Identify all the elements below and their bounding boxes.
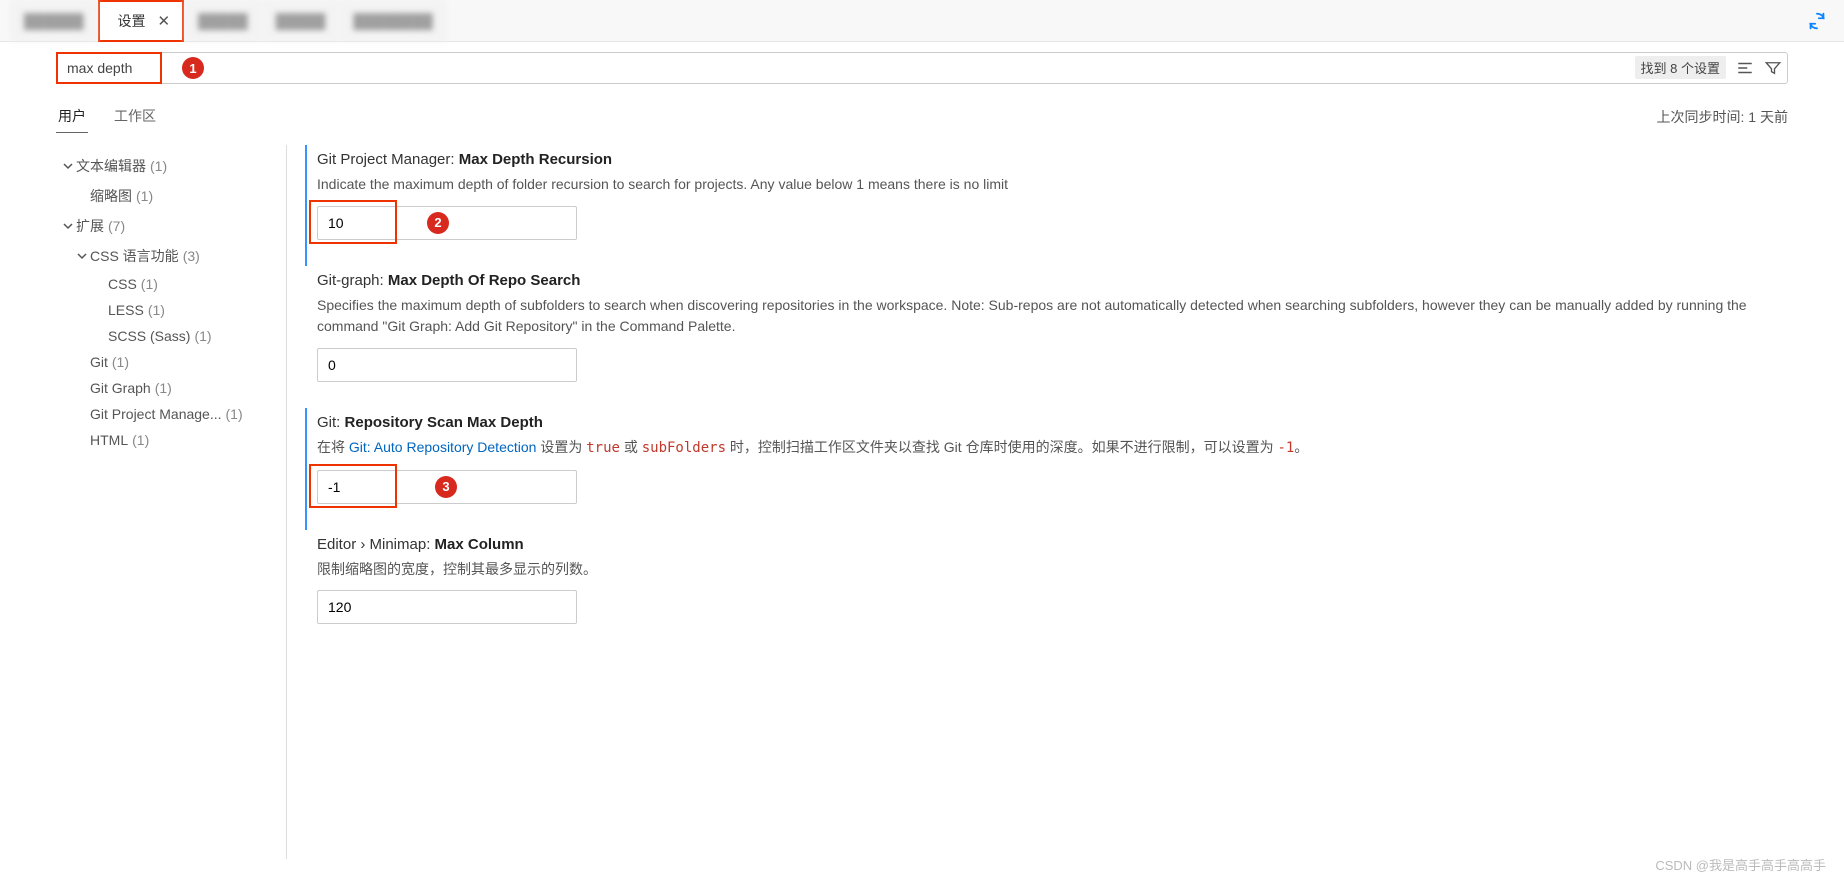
- tab-inactive[interactable]: ████████: [339, 0, 446, 42]
- sidebar-item-gpm[interactable]: Git Project Manage...(1): [56, 401, 280, 427]
- search-bar-wrap: 1 找到 8 个设置: [0, 42, 1844, 94]
- sidebar-item-css[interactable]: CSS(1): [56, 271, 280, 297]
- tab-workspace[interactable]: 工作区: [112, 100, 158, 133]
- setting-minimap-max-column: Editor › Minimap: Max Column 限制缩略图的宽度，控制…: [305, 530, 1778, 651]
- settings-content: Git Project Manager: Max Depth Recursion…: [305, 145, 1788, 859]
- tab-bar: ██████ 设置 ✕ █████ █████ ████████: [0, 0, 1844, 42]
- annotation-badge-2: 2: [427, 212, 449, 234]
- setting-description: 在将 Git: Auto Repository Detection 设置为 tr…: [317, 437, 1778, 460]
- setting-git-graph-max-depth: Git-graph: Max Depth Of Repo Search Spec…: [305, 266, 1778, 408]
- watermark: CSDN @我是高手高手高高手: [1655, 855, 1826, 874]
- result-count: 找到 8 个设置: [1635, 56, 1726, 79]
- sidebar-item-minimap[interactable]: 缩略图 (1): [56, 181, 280, 211]
- filter-icon[interactable]: [1764, 59, 1782, 77]
- sidebar-item-extensions[interactable]: 扩展 (7): [56, 211, 280, 241]
- chevron-down-icon: [60, 160, 76, 172]
- setting-title: Git Project Manager: Max Depth Recursion: [317, 151, 1778, 168]
- setting-description: 限制缩略图的宽度，控制其最多显示的列数。: [317, 559, 1778, 581]
- sidebar-item-scss[interactable]: SCSS (Sass)(1): [56, 323, 280, 349]
- tab-inactive[interactable]: ██████: [10, 0, 98, 42]
- link-auto-repo-detection[interactable]: Git: Auto Repository Detection: [349, 439, 537, 455]
- sidebar-item-css-lang[interactable]: CSS 语言功能 (3): [56, 241, 280, 271]
- tab-settings[interactable]: 设置 ✕: [98, 0, 185, 42]
- clear-settings-icon[interactable]: [1736, 59, 1754, 77]
- search-input[interactable]: [56, 52, 1788, 84]
- setting-git-scan-max-depth: Git: Repository Scan Max Depth 在将 Git: A…: [305, 408, 1778, 530]
- annotation-badge-1: 1: [182, 57, 204, 79]
- tab-label: 设置: [118, 11, 146, 31]
- sync-icon[interactable]: [1806, 10, 1828, 35]
- tab-inactive[interactable]: █████: [262, 0, 340, 42]
- sidebar-item-text-editor[interactable]: 文本编辑器 (1): [56, 151, 280, 181]
- setting-title: Git: Repository Scan Max Depth: [317, 414, 1778, 431]
- close-icon[interactable]: ✕: [158, 12, 171, 30]
- setting-title: Editor › Minimap: Max Column: [317, 536, 1778, 553]
- settings-sidebar: 文本编辑器 (1) 缩略图 (1) 扩展 (7) CSS 语言功能 (3) CS…: [56, 145, 280, 859]
- tab-user[interactable]: 用户: [56, 100, 88, 133]
- scope-row: 用户 工作区 上次同步时间: 1 天前: [0, 94, 1844, 133]
- annotation-badge-3: 3: [435, 476, 457, 498]
- setting-input[interactable]: [317, 590, 577, 624]
- last-sync-text: 上次同步时间: 1 天前: [1657, 107, 1788, 127]
- sidebar-item-git-graph[interactable]: Git Graph(1): [56, 375, 280, 401]
- chevron-down-icon: [74, 250, 90, 262]
- sidebar-item-html[interactable]: HTML(1): [56, 427, 280, 453]
- setting-gpm-max-depth: Git Project Manager: Max Depth Recursion…: [305, 145, 1778, 266]
- setting-description: Indicate the maximum depth of folder rec…: [317, 174, 1778, 196]
- setting-title: Git-graph: Max Depth Of Repo Search: [317, 272, 1778, 289]
- setting-description: Specifies the maximum depth of subfolder…: [317, 295, 1778, 338]
- sidebar-item-less[interactable]: LESS(1): [56, 297, 280, 323]
- divider: [286, 145, 287, 859]
- setting-input[interactable]: [317, 348, 577, 382]
- sidebar-item-git[interactable]: Git(1): [56, 349, 280, 375]
- tab-inactive[interactable]: █████: [184, 0, 262, 42]
- chevron-down-icon: [60, 220, 76, 232]
